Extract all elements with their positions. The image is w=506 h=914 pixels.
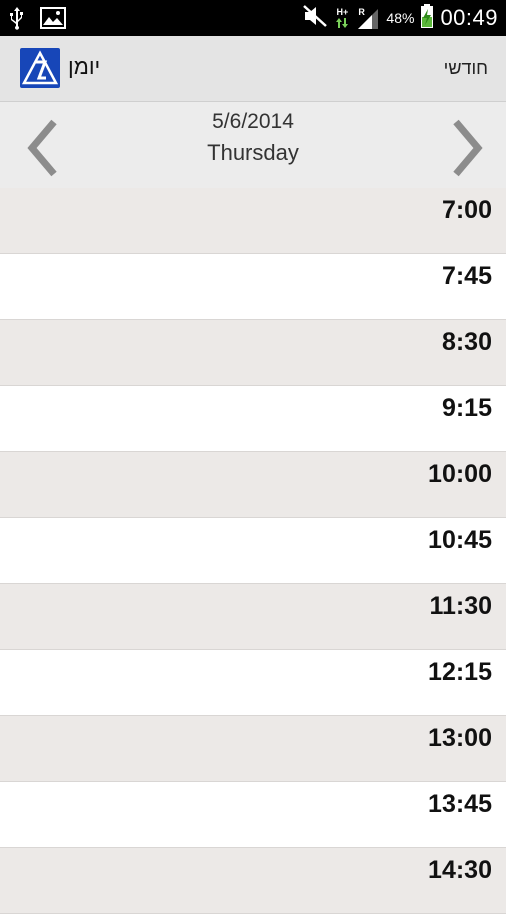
status-bar: H+ R 48% 00:49 (0, 0, 506, 36)
time-slot[interactable]: 9:15 (0, 386, 506, 452)
current-weekday: Thursday (207, 140, 299, 165)
time-slot-label: 11:30 (429, 592, 492, 620)
time-slot-label: 14:30 (428, 856, 492, 884)
time-slot[interactable]: 7:45 (0, 254, 506, 320)
monthly-view-button[interactable]: חודשי (444, 58, 488, 79)
time-slot-label: 10:45 (428, 526, 492, 554)
battery-icon (420, 3, 434, 34)
chevron-right-icon (453, 119, 483, 177)
time-slot-label: 7:00 (441, 196, 492, 224)
status-right-icons: H+ R 48% 00:49 (302, 0, 498, 36)
signal-group: R (356, 5, 380, 31)
time-slot-label: 13:45 (428, 790, 492, 818)
time-slot-label: 7:45 (441, 262, 492, 290)
date-header: 5/6/2014 Thursday (0, 102, 506, 188)
app-logo-icon[interactable] (20, 48, 60, 88)
mute-icon (302, 4, 328, 33)
action-bar: יומן חודשי (0, 36, 506, 102)
time-slot[interactable]: 14:30 (0, 848, 506, 914)
time-slot[interactable]: 12:15 (0, 650, 506, 716)
time-slot[interactable]: 7:00 (0, 188, 506, 254)
network-type: H+ (334, 7, 350, 29)
next-day-button[interactable] (444, 118, 488, 178)
time-slot-label: 8:30 (441, 328, 492, 356)
time-slot-label: 12:15 (428, 658, 492, 686)
time-slot[interactable]: 8:30 (0, 320, 506, 386)
time-slot-label: 9:15 (441, 394, 492, 422)
status-left-icons (8, 6, 66, 35)
app-title: יומן (68, 54, 101, 79)
time-slot[interactable]: 13:00 (0, 716, 506, 782)
time-slot[interactable]: 10:00 (0, 452, 506, 518)
battery-percent: 48% (386, 10, 415, 26)
time-slot-label: 13:00 (428, 724, 492, 752)
data-arrows-icon (336, 18, 349, 28)
current-date: 5/6/2014 (212, 110, 294, 133)
time-slot[interactable]: 11:30 (0, 584, 506, 650)
time-slot[interactable]: 13:45 (0, 782, 506, 848)
image-icon (40, 7, 66, 34)
roaming-label: R (358, 7, 365, 17)
network-type-label: H+ (336, 7, 349, 17)
time-slot-label: 10:00 (428, 460, 492, 488)
schedule-list: 7:00 7:45 8:30 9:15 10:00 10:45 11:30 12… (0, 188, 506, 914)
time-slot[interactable]: 10:45 (0, 518, 506, 584)
usb-icon (8, 6, 26, 35)
status-time: 00:49 (440, 5, 498, 30)
